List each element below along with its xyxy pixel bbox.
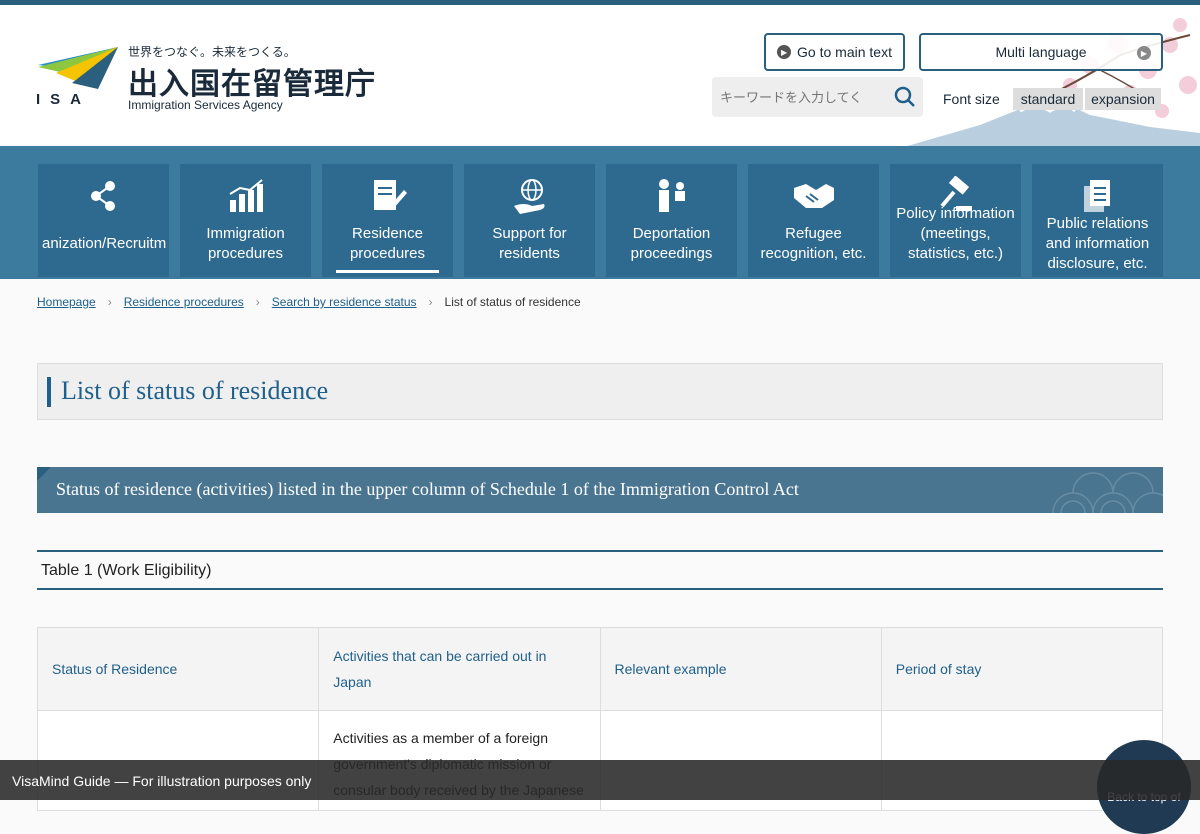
table-header-row: Status of Residence Activities that can … bbox=[36, 627, 1164, 711]
active-indicator bbox=[336, 270, 439, 273]
multi-language-button[interactable]: Multi language ▶ bbox=[919, 33, 1163, 71]
document-pen-icon bbox=[373, 180, 407, 210]
nav-item-refugee[interactable]: Refugee recognition, etc. bbox=[748, 164, 879, 277]
font-size-expansion-button[interactable]: expansion bbox=[1085, 88, 1161, 110]
section-heading-text: Status of residence (activities) listed … bbox=[56, 479, 799, 499]
arrow-right-icon: ▶ bbox=[1137, 46, 1151, 60]
wave-pattern-icon bbox=[1052, 472, 1163, 513]
nav-item-label: anization/Recruitm bbox=[42, 235, 167, 252]
org-name-english: Immigration Services Agency bbox=[128, 98, 283, 112]
chevron-right-icon: › bbox=[107, 295, 112, 309]
column-header: Relevant example bbox=[599, 627, 882, 711]
search-input[interactable] bbox=[720, 85, 880, 109]
isa-logo-icon bbox=[38, 47, 118, 89]
globe-hand-icon bbox=[513, 179, 544, 214]
nav-item-label: Public relations and information disclos… bbox=[1045, 215, 1150, 272]
nav-item-deportation[interactable]: Deportation proceedings bbox=[606, 164, 737, 277]
column-header: Activities that can be carried out in Ja… bbox=[318, 627, 601, 711]
person-escort-icon bbox=[658, 179, 685, 212]
illustration-notice-text: VisaMind Guide — For illustration purpos… bbox=[12, 773, 312, 789]
breadcrumb: Homepage › Residence procedures › Search… bbox=[37, 295, 581, 309]
breadcrumb-link-search[interactable]: Search by residence status bbox=[272, 295, 417, 309]
nav-item-residence[interactable]: Residence procedures bbox=[322, 164, 453, 277]
title-accent-bar bbox=[47, 377, 51, 407]
chevron-right-icon: › bbox=[428, 295, 433, 309]
site-logo[interactable]: ISA 世界をつなぐ。未来をつくる。 出入国在留管理庁 Immigration … bbox=[36, 43, 376, 115]
arrow-right-icon: ▶ bbox=[777, 45, 792, 59]
nav-item-label: Refugee recognition, etc. bbox=[760, 225, 867, 262]
nav-item-policy[interactable]: Policy information (meetings, statistics… bbox=[890, 164, 1021, 277]
people-network-icon bbox=[90, 181, 115, 211]
go-to-main-text-button[interactable]: ▶ Go to main text bbox=[764, 33, 905, 71]
breadcrumb-current: List of status of residence bbox=[444, 295, 581, 309]
table-caption-text: Table 1 (Work Eligibility) bbox=[41, 562, 212, 579]
nav-item-public-relations[interactable]: Public relations and information disclos… bbox=[1032, 164, 1163, 277]
breadcrumb-link-residence[interactable]: Residence procedures bbox=[124, 295, 244, 309]
column-header: Period of stay bbox=[880, 627, 1164, 711]
corner-accent bbox=[37, 467, 51, 481]
nav-item-label: Immigration procedures bbox=[206, 225, 285, 262]
nav-item-immigration[interactable]: Immigration procedures bbox=[180, 164, 311, 277]
nav-item-label: Policy information (meetings, statistics… bbox=[896, 205, 1015, 262]
org-name-japanese: 出入国在留管理庁 bbox=[128, 68, 376, 101]
site-header: ISA 世界をつなぐ。未来をつくる。 出入国在留管理庁 Immigration … bbox=[0, 5, 1200, 151]
nav-item-label: Support for residents bbox=[492, 225, 567, 262]
multi-language-label: Multi language bbox=[995, 44, 1087, 60]
go-to-main-text-label: Go to main text bbox=[797, 44, 892, 60]
nav-item-label: Residence procedures bbox=[349, 225, 426, 262]
logo-tagline: 世界をつなぐ。未来をつくる。 bbox=[128, 45, 296, 59]
breadcrumb-link-homepage[interactable]: Homepage bbox=[37, 295, 96, 309]
search-icon[interactable] bbox=[894, 86, 916, 108]
documents-icon bbox=[1083, 180, 1110, 212]
font-size-standard-button[interactable]: standard bbox=[1013, 88, 1083, 110]
nav-item-organization[interactable]: anization/Recruitm bbox=[38, 164, 169, 277]
handshake-icon bbox=[793, 184, 834, 208]
column-header: Status of Residence bbox=[36, 627, 320, 711]
logo-abbreviation: ISA bbox=[36, 91, 92, 108]
bar-chart-icon bbox=[228, 179, 263, 212]
main-navigation: anization/Recruitm Immigration procedure… bbox=[0, 146, 1200, 279]
nav-item-label: Deportation proceedings bbox=[630, 225, 713, 262]
nav-item-support[interactable]: Support for residents bbox=[464, 164, 595, 277]
illustration-notice-bar: VisaMind Guide — For illustration purpos… bbox=[0, 760, 1200, 800]
font-size-label: Font size bbox=[943, 91, 1000, 107]
section-heading: Status of residence (activities) listed … bbox=[37, 467, 1163, 513]
page-title: List of status of residence bbox=[61, 376, 329, 405]
page-title-box: List of status of residence bbox=[37, 363, 1163, 420]
chevron-right-icon: › bbox=[255, 295, 260, 309]
table-caption: Table 1 (Work Eligibility) bbox=[37, 550, 1163, 590]
search-box bbox=[712, 77, 923, 117]
